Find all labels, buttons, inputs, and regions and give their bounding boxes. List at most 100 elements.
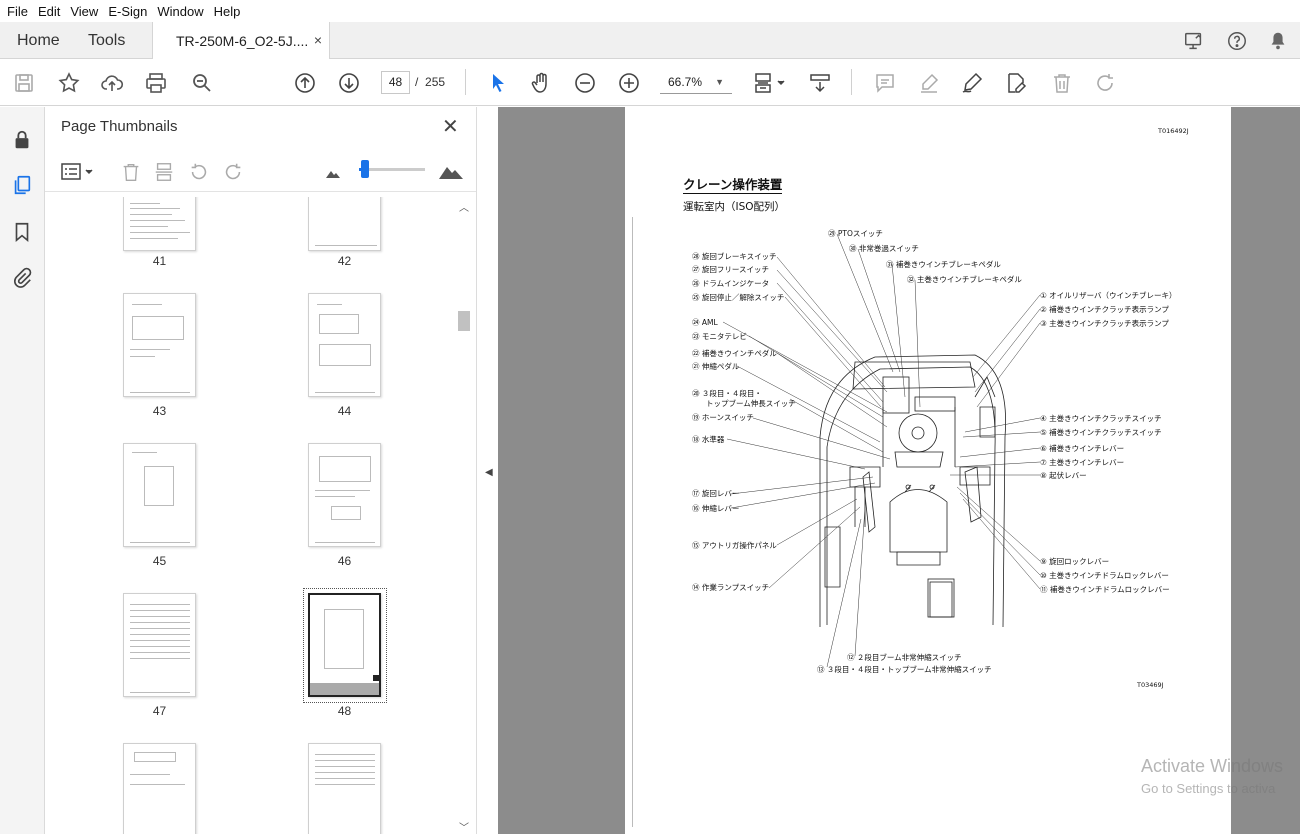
page-thumbnails-panel: Page Thumbnails ✕ 41 42 43 44 45 46 47 4… [45, 107, 476, 834]
slider-handle[interactable] [361, 160, 369, 178]
page-thumbnail[interactable] [123, 197, 196, 251]
insert-page-icon[interactable] [153, 161, 175, 186]
callout-22: ㉒ 補巻きウインチペダル [692, 349, 777, 358]
share-screen-icon[interactable] [1183, 30, 1205, 52]
callout-9: ⑨ 旋回ロックレバー [1040, 557, 1110, 566]
callout-24: ㉔ AML [692, 318, 718, 327]
collapse-arrow-icon[interactable]: ◀ [485, 467, 493, 478]
delete-page-icon[interactable] [120, 161, 142, 186]
menu-file[interactable]: File [2, 4, 33, 19]
save-icon[interactable] [12, 71, 36, 95]
reference-code-bottom: T03469J [1137, 681, 1164, 689]
rotate-left-icon[interactable] [188, 161, 210, 186]
tab-bar: Home Tools TR-250M-6_O2-5J.... × [0, 22, 1300, 60]
thumbnail-page-number: 46 [337, 554, 352, 568]
close-panel-icon[interactable]: ✕ [442, 114, 459, 139]
scroll-mode-icon[interactable] [808, 71, 832, 95]
comment-icon[interactable] [873, 71, 897, 95]
delete-trash-icon[interactable] [1050, 71, 1074, 95]
menu-bar: File Edit View E-Sign Window Help [0, 0, 1300, 22]
thumbnail-scrollbar[interactable]: ︿ ﹀ [457, 199, 471, 834]
scroll-down-icon[interactable]: ﹀ [459, 819, 469, 834]
thumbnail-page-number: 48 [337, 704, 352, 718]
page-thumbnail[interactable] [308, 743, 381, 834]
page-thumbnail[interactable] [123, 443, 196, 547]
lock-icon[interactable] [11, 129, 33, 151]
toolbar-divider [851, 69, 852, 95]
thumbnail-page-number: 43 [152, 404, 167, 418]
document-tab-title: TR-250M-6_O2-5J.... [176, 33, 309, 49]
bookmark-icon[interactable] [11, 221, 33, 243]
edit-pdf-icon[interactable] [1004, 71, 1028, 95]
scroll-up-icon[interactable]: ︿ [459, 199, 469, 214]
callout-17: ⑰ 旋回レバー [692, 489, 740, 498]
page-thumbnails-icon[interactable] [11, 174, 33, 196]
tab-home[interactable]: Home [17, 32, 60, 50]
highlight-pen-icon[interactable] [917, 71, 941, 95]
callout-8: ⑧ 起伏レバー [1040, 471, 1087, 480]
print-icon[interactable] [144, 71, 168, 95]
help-icon[interactable] [1226, 30, 1248, 52]
callout-25: ㉕ 旋回停止／解除スイッチ [692, 293, 785, 302]
page-total: / 255 [415, 75, 445, 89]
callout-4: ④ 主巻きウインチクラッチスイッチ [1040, 414, 1162, 423]
upload-cloud-icon[interactable] [100, 71, 124, 95]
activate-windows-subtext: Go to Settings to activa [1141, 781, 1276, 796]
main-toolbar: 48 / 255 66.7% ▼ [0, 59, 1300, 106]
page-thumbnail-current[interactable] [308, 593, 381, 697]
callout-13: ⑬ ３段目・４段目・トップブーム非常伸縮スイッチ [817, 665, 992, 674]
menu-esign[interactable]: E-Sign [103, 4, 152, 19]
page-thumbnail[interactable] [123, 293, 196, 397]
attachment-paperclip-icon[interactable] [11, 267, 33, 289]
tab-document[interactable]: TR-250M-6_O2-5J.... × [152, 22, 330, 60]
callout-7: ⑦ 主巻きウインチレバー [1040, 458, 1125, 467]
large-thumbnail-mountain-icon[interactable] [438, 161, 464, 184]
callout-16: ⑯ 伸縮レバー [692, 504, 740, 513]
redo-rotate-icon[interactable] [1093, 71, 1117, 95]
tab-tools[interactable]: Tools [88, 32, 125, 50]
page-total-count: 255 [425, 75, 446, 89]
menu-edit[interactable]: Edit [33, 4, 65, 19]
page-number-input[interactable]: 48 [381, 71, 410, 94]
page-thumbnail[interactable] [308, 293, 381, 397]
zoom-in-icon[interactable] [617, 71, 641, 95]
page-thumbnail[interactable] [308, 197, 381, 251]
page-separator: / [415, 75, 419, 89]
select-cursor-icon[interactable] [486, 71, 510, 95]
hand-tool-icon[interactable] [529, 71, 553, 95]
draw-signature-icon[interactable] [960, 71, 984, 95]
page-thumbnail[interactable] [308, 443, 381, 547]
close-tab-icon[interactable]: × [314, 32, 322, 48]
page-thumbnail[interactable] [123, 743, 196, 834]
page-fit-icon[interactable] [752, 71, 788, 95]
scroll-thumb[interactable] [458, 311, 470, 331]
zoom-search-icon[interactable] [190, 71, 214, 95]
chevron-down-icon: ▼ [715, 77, 724, 87]
callout-23: ㉓ モニタテレビ [692, 332, 747, 341]
rotate-right-icon[interactable] [222, 161, 244, 186]
previous-page-icon[interactable] [293, 71, 317, 95]
zoom-level-select[interactable]: 66.7% ▼ [660, 71, 732, 94]
notifications-bell-icon[interactable] [1267, 30, 1289, 52]
page-thumbnail[interactable] [123, 593, 196, 697]
thumbnail-grid: 41 42 43 44 45 46 47 48 [45, 197, 457, 834]
callout-27: ㉗ 旋回フリースイッチ [692, 265, 770, 274]
small-thumbnail-mountain-icon[interactable] [325, 166, 341, 183]
left-rail [0, 107, 45, 834]
thumbnail-options-icon[interactable] [60, 161, 96, 186]
callout-10: ⑩ 主巻きウインチドラムロックレバー [1040, 571, 1169, 580]
callout-6: ⑥ 補巻きウインチレバー [1040, 444, 1125, 453]
callout-20-line2: トップブーム伸長スイッチ [706, 399, 796, 408]
bookmark-star-icon[interactable] [57, 71, 81, 95]
menu-window[interactable]: Window [152, 4, 208, 19]
panel-collapse-bar[interactable]: ◀ [476, 107, 498, 834]
menu-view[interactable]: View [65, 4, 103, 19]
thumbnail-page-number: 45 [152, 554, 167, 568]
crane-cab-diagram [722, 233, 1041, 668]
menu-help[interactable]: Help [209, 4, 246, 19]
callout-18: ⑱ 水準器 [692, 435, 725, 444]
next-page-icon[interactable] [337, 71, 361, 95]
callout-11: ⑪ 補巻きウインチドラムロックレバー [1040, 585, 1170, 594]
zoom-out-icon[interactable] [573, 71, 597, 95]
callout-1: ① オイルリザーバ（ウインチブレーキ） [1040, 291, 1177, 300]
